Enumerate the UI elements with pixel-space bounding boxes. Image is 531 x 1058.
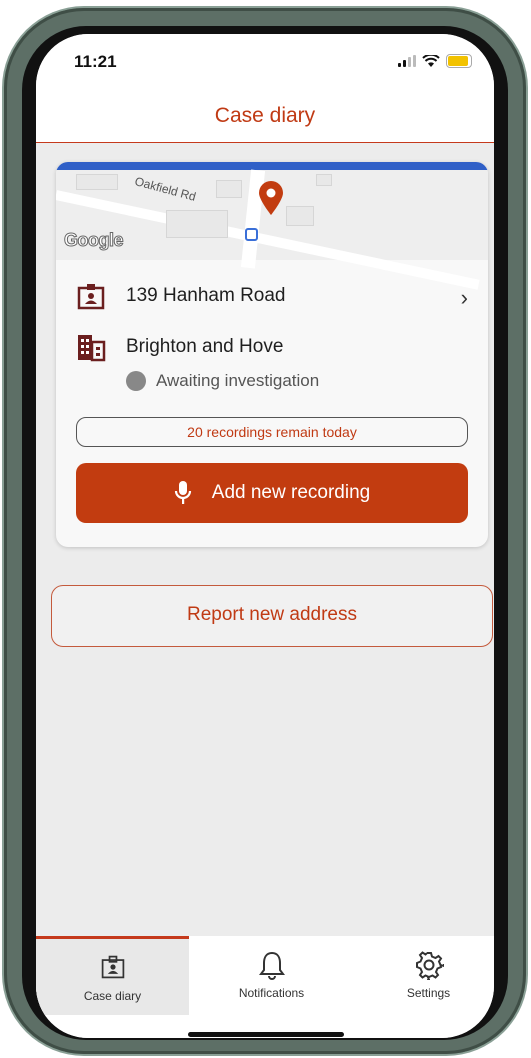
add-recording-label: Add new recording — [211, 482, 371, 503]
tab-case-diary[interactable]: Case diary — [36, 936, 189, 1015]
bell-icon — [258, 951, 285, 980]
tab-notifications[interactable]: Notifications — [195, 936, 348, 1012]
map-pin-icon — [259, 181, 283, 215]
tab-label: Case diary — [83, 989, 142, 1003]
map-building — [76, 174, 118, 190]
map-street-label: Oakfield Rd — [133, 174, 198, 204]
app-header: Case diary — [36, 90, 494, 143]
report-new-address-button[interactable]: Report new address — [51, 585, 493, 647]
status-dot — [126, 371, 146, 391]
status-text: Awaiting investigation — [156, 371, 320, 390]
building-icon — [78, 335, 106, 362]
map-building — [166, 210, 228, 238]
address-row[interactable]: 139 Hanham Road › — [76, 281, 468, 311]
bus-stop-icon — [245, 228, 258, 241]
recordings-remaining-badge: 20 recordings remain today — [76, 417, 468, 447]
page-title: Case diary — [214, 104, 316, 127]
case-status: Awaiting investigation — [126, 371, 319, 391]
chevron-right-icon[interactable]: › — [461, 285, 468, 311]
microphone-icon — [174, 481, 191, 504]
wifi-icon — [422, 54, 440, 67]
signal-icon — [398, 55, 416, 67]
tab-bar: Case diary Notifications Settings — [36, 936, 494, 1038]
id-badge-icon — [77, 284, 105, 310]
app-screen: 11:21 Case diary Oakfield Rd Google 139 … — [36, 34, 494, 1038]
tab-label: Notifications — [238, 986, 305, 1000]
gear-icon — [415, 951, 444, 980]
status-time: 11:21 — [74, 52, 117, 71]
map-view[interactable]: Oakfield Rd Google — [56, 162, 488, 290]
status-icons — [398, 54, 472, 68]
add-recording-button[interactable]: Add new recording — [76, 463, 468, 523]
council-text: Brighton and Hove — [126, 336, 284, 357]
map-building — [286, 206, 314, 226]
id-badge-icon — [101, 955, 124, 979]
status-bar: 11:21 — [36, 34, 494, 90]
map-building — [216, 180, 242, 198]
battery-icon — [446, 54, 472, 68]
tab-label: Settings — [406, 986, 451, 1000]
google-logo: Google — [64, 230, 125, 251]
map-building — [316, 174, 332, 186]
case-card: Oakfield Rd Google 139 Hanham Road › Bri… — [56, 162, 488, 547]
home-indicator — [188, 1032, 344, 1037]
tab-settings[interactable]: Settings — [352, 936, 494, 1012]
council-row: Brighton and Hove — [76, 332, 468, 362]
address-text: 139 Hanham Road — [126, 285, 286, 306]
